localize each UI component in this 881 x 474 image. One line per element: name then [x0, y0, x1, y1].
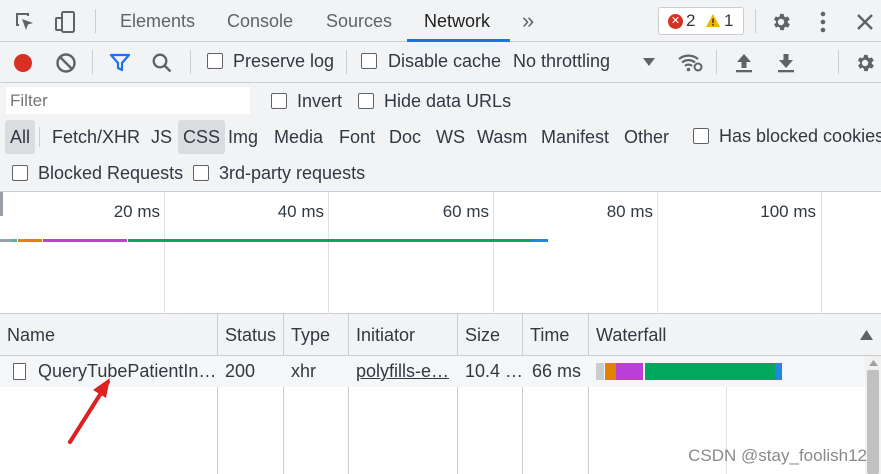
type-filter-fetch-xhr[interactable]: Fetch/XHR: [47, 120, 145, 154]
type-filter-all[interactable]: All: [5, 120, 36, 154]
document-file-icon: [13, 363, 26, 380]
request-status: 200: [225, 361, 256, 381]
overview-tick: [821, 192, 822, 314]
overview-queue-segment: [0, 239, 11, 242]
dropdown-arrow-icon[interactable]: [641, 54, 657, 70]
sort-ascending-icon[interactable]: [858, 328, 874, 342]
filter-input[interactable]: [6, 87, 250, 114]
error-count: 2: [686, 11, 696, 30]
column-header-status[interactable]: Status: [218, 314, 276, 356]
waterfall-waiting-bar: [645, 363, 775, 380]
blocked-requests-checkbox[interactable]: [12, 165, 28, 181]
column-header-type[interactable]: Type: [284, 314, 330, 356]
overview-connect-segment: [18, 239, 42, 242]
search-icon[interactable]: [150, 51, 174, 75]
overview-tick: [657, 192, 658, 314]
more-options-icon[interactable]: [812, 9, 834, 35]
timeline-overview[interactable]: 20 ms 40 ms 60 ms 80 ms 100 ms: [0, 192, 881, 314]
request-size: 10.4 …: [465, 361, 522, 381]
tab-network[interactable]: Network: [424, 0, 490, 42]
overview-tick-label: 20 ms: [113, 202, 160, 221]
filter-icon[interactable]: [108, 51, 132, 75]
overview-tick-label: 40 ms: [277, 202, 324, 221]
overview-stalled-segment: [11, 239, 17, 242]
invert-label: Invert: [297, 91, 343, 111]
type-filter-js[interactable]: JS: [146, 120, 177, 154]
disable-cache-label: Disable cache: [388, 51, 502, 71]
type-filter-media[interactable]: Media: [269, 120, 328, 154]
network-conditions-icon[interactable]: [676, 50, 704, 74]
column-header-waterfall[interactable]: Waterfall: [589, 314, 666, 356]
waterfall-queue-bar: [596, 363, 604, 380]
import-har-icon[interactable]: [732, 51, 756, 75]
request-type: xhr: [291, 361, 317, 381]
scrollbar-thumb[interactable]: [867, 370, 879, 474]
third-party-requests-label: 3rd-party requests: [219, 163, 366, 183]
overview-tick-label: 100 ms: [760, 202, 816, 221]
tab-console[interactable]: Console: [227, 0, 293, 42]
more-tabs-button[interactable]: »: [522, 0, 534, 42]
hide-data-urls-label: Hide data URLs: [384, 91, 512, 111]
overview-tick: [164, 192, 165, 314]
overview-tick: [493, 192, 494, 314]
annotation-arrow-icon: [68, 378, 110, 444]
blocked-requests-label: Blocked Requests: [38, 163, 184, 183]
preserve-log-label: Preserve log: [233, 51, 335, 71]
waterfall-download-bar: [775, 363, 782, 380]
invert-checkbox[interactable]: [271, 93, 287, 109]
type-filter-ws[interactable]: WS: [431, 120, 470, 154]
disable-cache-checkbox[interactable]: [361, 53, 377, 69]
overview-waiting-segment: [128, 239, 530, 242]
waterfall-ssl-bar: [616, 363, 643, 380]
overview-download-segment: [530, 239, 548, 242]
export-har-icon[interactable]: [774, 51, 798, 75]
overview-left-edge: [0, 192, 3, 216]
tab-sources[interactable]: Sources: [326, 0, 392, 42]
warning-count: 1: [724, 11, 734, 30]
request-name[interactable]: QueryTubePatientIn…: [31, 356, 217, 387]
request-initiator-link[interactable]: polyfills-e…: [349, 356, 457, 387]
inspect-element-icon[interactable]: [12, 9, 38, 35]
overview-tick-label: 80 ms: [606, 202, 653, 221]
record-icon[interactable]: [11, 51, 35, 75]
watermark-text: CSDN @stay_foolish12: [688, 446, 867, 465]
close-icon[interactable]: [852, 9, 878, 35]
type-filter-css[interactable]: CSS: [178, 120, 226, 154]
column-header-name[interactable]: Name: [0, 314, 55, 356]
tab-elements[interactable]: Elements: [120, 0, 195, 42]
network-settings-gear-icon[interactable]: [852, 50, 878, 76]
network-toolbar: Preserve log Disable cache No throttling: [0, 42, 881, 83]
throttling-select[interactable]: No throttling: [513, 51, 610, 72]
clear-icon[interactable]: [54, 51, 78, 75]
type-filter-font[interactable]: Font: [334, 120, 380, 154]
hide-data-urls-checkbox[interactable]: [358, 93, 374, 109]
waterfall-connect-bar: [605, 363, 616, 380]
column-header-size[interactable]: Size: [458, 314, 500, 356]
overview-ssl-segment: [43, 239, 127, 242]
warning-icon: [705, 13, 721, 34]
overview-tick: [328, 192, 329, 314]
table-header: [0, 314, 881, 356]
has-blocked-cookies-checkbox[interactable]: [693, 128, 709, 144]
type-filter-manifest[interactable]: Manifest: [536, 120, 614, 154]
has-blocked-cookies-label: Has blocked cookies: [719, 126, 881, 146]
preserve-log-checkbox[interactable]: [207, 53, 223, 69]
request-time: 66 ms: [531, 361, 581, 381]
third-party-requests-checkbox[interactable]: [193, 165, 209, 181]
type-filter-doc[interactable]: Doc: [384, 120, 426, 154]
type-filter-other[interactable]: Other: [619, 120, 674, 154]
column-header-time[interactable]: Time: [523, 314, 569, 356]
scroll-up-arrow-icon[interactable]: [865, 358, 881, 368]
issues-counter[interactable]: ✕ 2 1: [658, 7, 744, 35]
error-icon: ✕: [668, 14, 683, 29]
overview-tick-label: 60 ms: [442, 202, 489, 221]
type-filter-wasm[interactable]: Wasm: [472, 120, 532, 154]
type-filter-img[interactable]: Img: [223, 120, 263, 154]
device-toolbar-icon[interactable]: [52, 9, 78, 35]
devtools-tab-bar: Elements Console Sources Network » ✕ 2 1: [0, 0, 881, 42]
settings-gear-icon[interactable]: [768, 9, 794, 35]
column-header-initiator[interactable]: Initiator: [349, 314, 415, 356]
